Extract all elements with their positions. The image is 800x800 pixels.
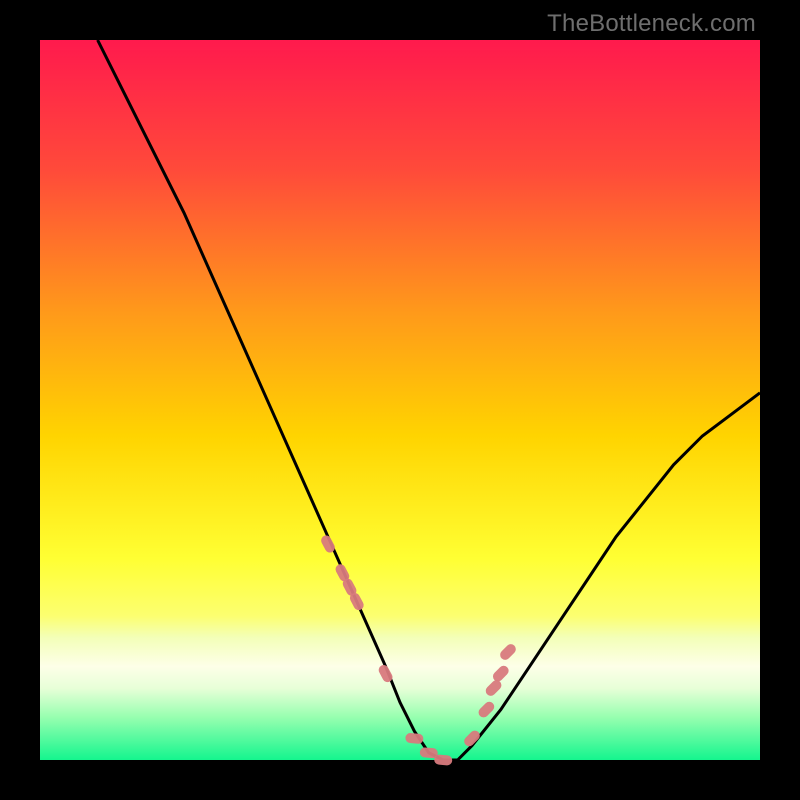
chart-svg <box>40 40 760 760</box>
highlight-marker <box>434 754 453 766</box>
highlight-marker <box>498 642 518 662</box>
curve-path <box>98 40 760 760</box>
highlight-marker <box>462 729 482 749</box>
highlight-marker <box>491 664 511 684</box>
highlight-marker <box>484 678 504 698</box>
highlight-marker <box>477 700 497 720</box>
bottleneck-curve <box>98 40 760 760</box>
marker-group <box>319 534 518 766</box>
chart-frame <box>40 40 760 760</box>
highlight-marker <box>405 733 424 745</box>
watermark-text: TheBottleneck.com <box>547 10 756 38</box>
